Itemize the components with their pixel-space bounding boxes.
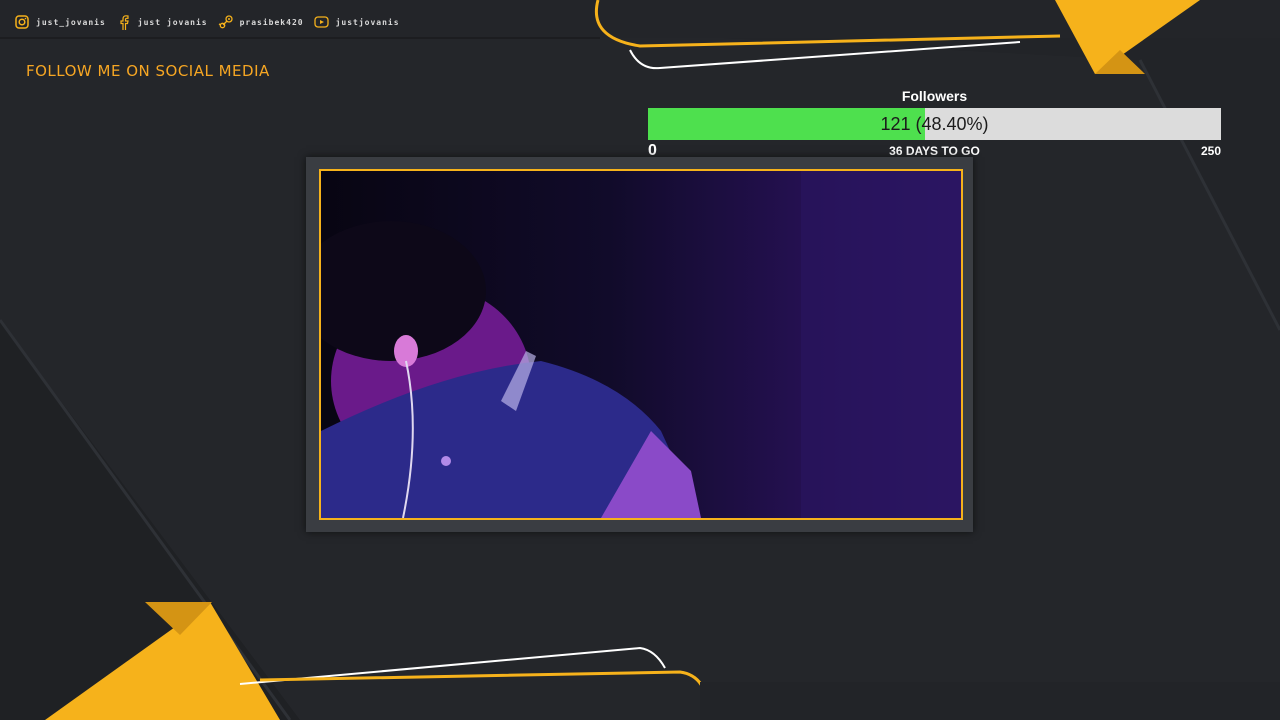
social-label: just jovanis (137, 17, 208, 27)
social-item-steam[interactable]: prasibek420 (218, 14, 304, 30)
goal-days-remaining: 36 DAYS TO GO (889, 144, 980, 158)
goal-max-label: 250 (1200, 144, 1221, 158)
goal-title: Followers (901, 88, 968, 104)
social-label: just_jovanis (36, 17, 106, 27)
webcam-frame (319, 169, 963, 520)
facebook-icon (116, 14, 132, 30)
social-label: justjovanis (335, 17, 400, 27)
youtube-icon (314, 14, 330, 30)
social-label: prasibek420 (239, 17, 304, 27)
follow-title: FOLLOW ME ON SOCIAL MEDIA (26, 62, 270, 80)
steam-icon (218, 14, 234, 30)
social-item-facebook[interactable]: just jovanis (116, 14, 208, 30)
webcam-feed (321, 171, 961, 518)
social-bar: just_jovanis just jovanis prasibek420 ju… (14, 12, 400, 32)
instagram-icon (14, 14, 30, 30)
goal-progress-bar: 121 (48.40%) (648, 108, 1221, 140)
followers-goal: Followers 121 (48.40%) 0 36 DAYS TO GO 2… (648, 88, 1221, 162)
social-item-youtube[interactable]: justjovanis (314, 14, 400, 30)
social-item-instagram[interactable]: just_jovanis (14, 14, 106, 30)
goal-value: 121 (48.40%) (880, 114, 989, 134)
